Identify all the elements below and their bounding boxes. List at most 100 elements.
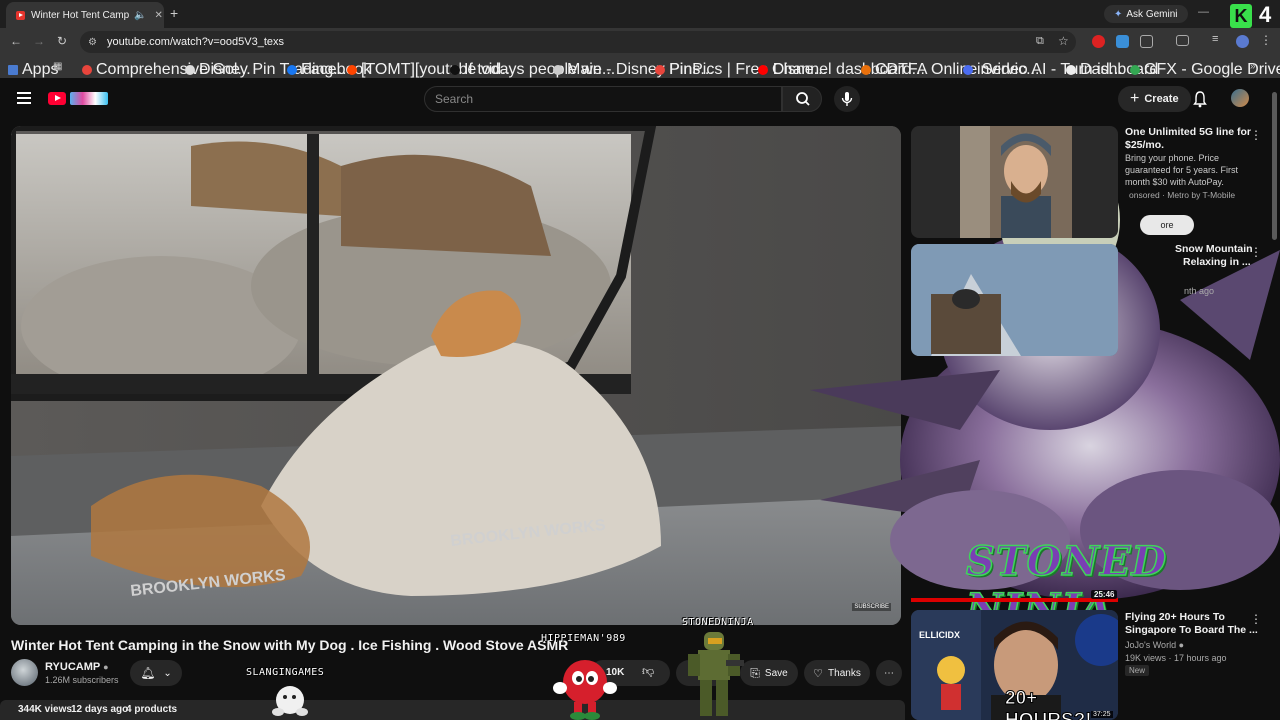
page-scrollbar[interactable] — [1272, 92, 1277, 240]
video-duration-badge: 25:46 — [1091, 590, 1118, 599]
subscribed-notifications-button[interactable]: 🔔︎ ⌄ — [130, 660, 182, 686]
bookmark-favicon-icon — [758, 65, 768, 75]
overlay-username-1: HIPPIEMAN'989 — [541, 633, 626, 644]
channel-name[interactable]: RYUCAMP ● — [45, 661, 109, 673]
video-meta-bar[interactable]: 344K views 12 days ago 4 products — [0, 700, 905, 720]
k-badge-logo: K — [1230, 4, 1252, 28]
gemini-sparkle-icon: ✦ — [1114, 8, 1123, 20]
youtube-doodle-logo[interactable] — [70, 92, 108, 105]
bookmark-favicon-icon — [1130, 65, 1140, 75]
site-info-icon[interactable]: ⚙ — [88, 37, 97, 48]
save-label: Save — [764, 667, 788, 679]
upload-age: 12 days ago — [71, 704, 129, 715]
video-thumbnail-2-image — [911, 244, 1118, 356]
channel-avatar[interactable] — [11, 659, 38, 686]
subscribe-watermark[interactable]: SUBSCRIBE — [852, 603, 891, 611]
video-title: Winter Hot Tent Camping in the Snow with… — [11, 637, 569, 653]
new-badge: New — [1125, 665, 1150, 676]
chrome-menu-icon[interactable]: ⋮ — [1260, 33, 1272, 47]
ad-desc-2: guaranteed for 5 years. First — [1125, 165, 1239, 175]
ghost-sprite-icon — [272, 686, 308, 716]
bookmark-favicon-icon — [8, 65, 18, 75]
sidepanel-icon[interactable] — [1176, 35, 1189, 46]
thanks-label: Thanks — [828, 667, 861, 679]
ad-title[interactable]: One Unlimited 5G line for $25/mo. — [1125, 126, 1251, 152]
overlay-username-2: STONEDNINJA — [682, 617, 754, 628]
url-text: youtube.com/watch?v=ood5V3_texs — [106, 36, 284, 48]
address-bar[interactable]: ⚙ youtube.com/watch?v=ood5V3_texs — [80, 31, 1076, 53]
microphone-icon — [841, 92, 853, 106]
browser-tab[interactable]: Winter Hot Tent Camping i 🔈 ✕ — [6, 2, 164, 28]
verified-icon: ● — [1178, 640, 1185, 650]
ad-button-label: ore — [1160, 220, 1174, 230]
bookmark-favicon-icon — [185, 65, 195, 75]
video-2-title-line1: Snow Mountain — [1175, 243, 1253, 255]
video-thumbnail-2[interactable] — [911, 244, 1118, 356]
video-3-title-line1: Flying 20+ Hours To — [1125, 611, 1225, 623]
video-3-title[interactable]: Flying 20+ Hours To Singapore To Board Th… — [1125, 611, 1258, 637]
extension-red-icon[interactable] — [1092, 35, 1105, 48]
ad-description: Bring your phone. Price guaranteed for 5 … — [1125, 152, 1238, 188]
speaker-icon[interactable]: 🔈 — [134, 10, 146, 21]
more-icon: ⋯ — [884, 667, 894, 679]
save-icon: ⎘ — [750, 665, 760, 680]
more-bookmarks-icon[interactable]: » — [1250, 61, 1256, 72]
extensions-puzzle-icon[interactable] — [1140, 35, 1153, 48]
video-3-menu-icon[interactable]: ⋮ — [1250, 612, 1262, 626]
bookmark-favicon-icon — [963, 65, 973, 75]
reload-icon[interactable]: ↻ — [57, 34, 67, 48]
thanks-button[interactable]: ♡ Thanks — [804, 660, 870, 686]
cast-icon[interactable]: ⧉ — [1036, 35, 1044, 48]
profile-icon[interactable] — [1236, 35, 1249, 48]
new-tab-icon[interactable]: + — [170, 5, 178, 21]
search-input[interactable]: Search — [424, 86, 782, 112]
voice-search-button[interactable] — [834, 86, 860, 112]
ad-desc-3: month $30 with AutoPay. — [1125, 177, 1224, 187]
bookmark-favicon-icon — [553, 65, 563, 75]
overlay-username-3: SLANGINGAMES — [246, 667, 325, 678]
search-button[interactable] — [782, 86, 822, 112]
more-actions-button[interactable]: ⋯ — [876, 660, 902, 686]
forward-icon[interactable]: → — [33, 34, 45, 48]
reading-list-icon[interactable]: ≡ — [1212, 33, 1225, 46]
master-chief-sprite-icon — [688, 632, 744, 716]
hamburger-menu-icon[interactable] — [17, 92, 31, 104]
tab-groups-grid-icon[interactable]: ▦ — [53, 61, 62, 72]
video-3-meta: 19K views · 17 hours ago — [1125, 653, 1227, 663]
video-2-title[interactable]: Snow Mountain Relaxing in ... — [1175, 243, 1253, 269]
ad-title-line1: One Unlimited 5G line for — [1125, 126, 1252, 138]
dislike-icon[interactable]: 👎︎ — [642, 664, 654, 679]
bell-icon: 🔔︎ — [140, 666, 156, 680]
video-thumbnail-3[interactable]: ELLICIDX 20+ HOURS?! 37:25 — [911, 610, 1118, 720]
close-tab-icon[interactable]: ✕ — [154, 10, 162, 21]
save-button[interactable]: ⎘ Save — [740, 660, 798, 686]
bookmark-item[interactable]: GFX - Google Drive — [1130, 61, 1280, 79]
plus-icon: + — [1130, 90, 1140, 107]
account-avatar[interactable] — [1231, 89, 1249, 107]
notifications-bell-icon[interactable] — [1192, 90, 1208, 113]
extension-blue-icon[interactable] — [1116, 35, 1129, 48]
youtube-logo-icon[interactable] — [48, 92, 66, 105]
ask-gemini-label: Ask Gemini — [1126, 8, 1178, 20]
video-3-channel[interactable]: JoJo's World ● — [1125, 639, 1184, 651]
ad-learn-more-button[interactable]: ore — [1140, 215, 1194, 235]
video-player[interactable]: BROOKLYN WORKS BROOKLYN WORKS SUBSCRIBE — [11, 126, 901, 625]
ad-thumbnail[interactable] — [911, 126, 1118, 238]
watched-progress-bar — [911, 598, 1118, 602]
ad-menu-icon[interactable]: ⋮ — [1250, 128, 1262, 142]
video-3-title-line2: Singapore To Board The ... — [1125, 624, 1258, 636]
subscriber-count: 1.26M subscribers — [45, 675, 119, 685]
bookmark-favicon-icon — [347, 65, 357, 75]
chevron-down-icon: ⌄ — [163, 667, 172, 679]
verified-icon: ● — [103, 662, 109, 672]
back-icon[interactable]: ← — [10, 34, 22, 48]
bookmark-favicon-icon — [1066, 65, 1076, 75]
create-button[interactable]: + Create — [1118, 86, 1191, 112]
bookmark-label: GFX - Google Drive — [1144, 61, 1280, 78]
ask-gemini-button[interactable]: ✦ Ask Gemini — [1104, 5, 1188, 23]
ad-sponsor: onsored · Metro by T-Mobile — [1129, 190, 1236, 200]
bookmark-item[interactable]: Apps — [8, 61, 58, 79]
bookmark-star-icon[interactable]: ☆ — [1058, 34, 1069, 48]
video-2-menu-icon[interactable]: ⋮ — [1250, 245, 1262, 259]
minimize-icon[interactable]: — — [1198, 6, 1209, 18]
